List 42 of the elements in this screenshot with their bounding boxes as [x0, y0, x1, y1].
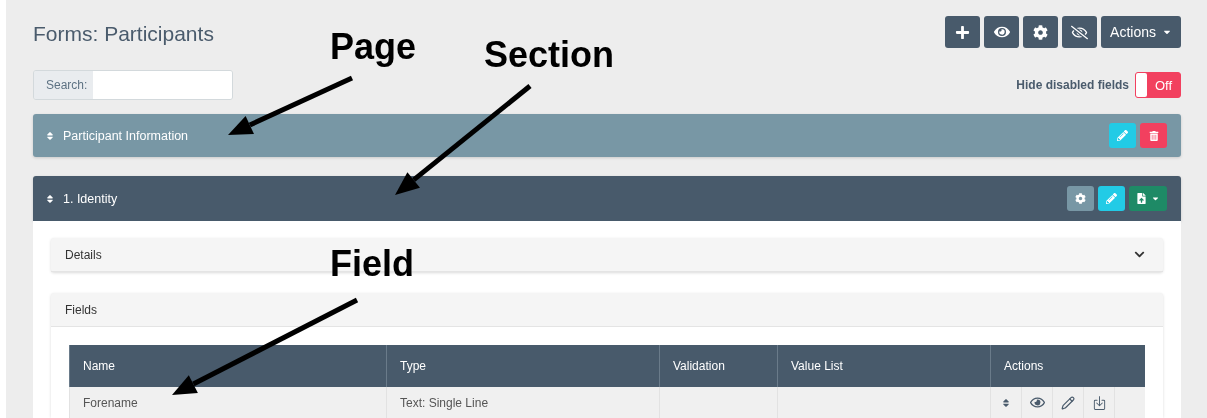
actions-button[interactable]: Actions	[1101, 16, 1181, 48]
file-upload-button[interactable]	[1129, 186, 1167, 211]
sort-icon	[45, 193, 55, 204]
view-button[interactable]	[984, 16, 1020, 48]
add-button[interactable]	[945, 16, 981, 48]
toggle-label: Hide disabled fields	[1016, 78, 1129, 92]
pencil-icon[interactable]	[1061, 395, 1075, 410]
settings-icon	[1033, 24, 1049, 40]
settings-button[interactable]	[1067, 186, 1094, 211]
column-header: Actions	[990, 345, 1145, 387]
file-upload-icon	[1136, 193, 1147, 204]
caret-icon	[1151, 194, 1160, 203]
annotation-label: Field	[330, 243, 414, 285]
table-cell: Forename	[69, 387, 387, 418]
settings-icon	[1075, 193, 1086, 204]
plus-icon	[955, 24, 971, 40]
annotation-label: Section	[484, 34, 615, 76]
settings-button[interactable]	[1023, 16, 1059, 48]
column-header: Name	[69, 345, 387, 387]
annotation-label: Page	[330, 26, 417, 68]
eye-slash-icon	[1071, 23, 1089, 41]
delete-button[interactable]	[1140, 123, 1167, 148]
search-field[interactable]: Search:	[33, 70, 233, 100]
chevron-down-icon[interactable]	[1134, 249, 1145, 260]
section-bar-title[interactable]: 1. Identity	[63, 191, 118, 206]
trash-icon	[1148, 130, 1159, 141]
column-header: Type	[386, 345, 660, 387]
table-cell: Text: Single Line	[386, 387, 660, 418]
tray-download-icon[interactable]	[1091, 395, 1107, 410]
card-title[interactable]: Details	[65, 247, 102, 262]
toggle-switch[interactable]: Off	[1135, 72, 1181, 98]
hide-button[interactable]	[1062, 16, 1098, 48]
eye-icon	[993, 24, 1010, 40]
card-title: Fields	[65, 302, 97, 317]
page-title: Forms: Participants	[33, 22, 214, 46]
pencil-icon	[1106, 193, 1117, 204]
eye-icon[interactable]	[1029, 395, 1045, 410]
sort-icon[interactable]	[1001, 397, 1011, 408]
column-header: Validation	[659, 345, 778, 387]
sort-icon	[45, 130, 55, 141]
pencil-icon	[1117, 130, 1128, 141]
column-header: Value List	[777, 345, 991, 387]
